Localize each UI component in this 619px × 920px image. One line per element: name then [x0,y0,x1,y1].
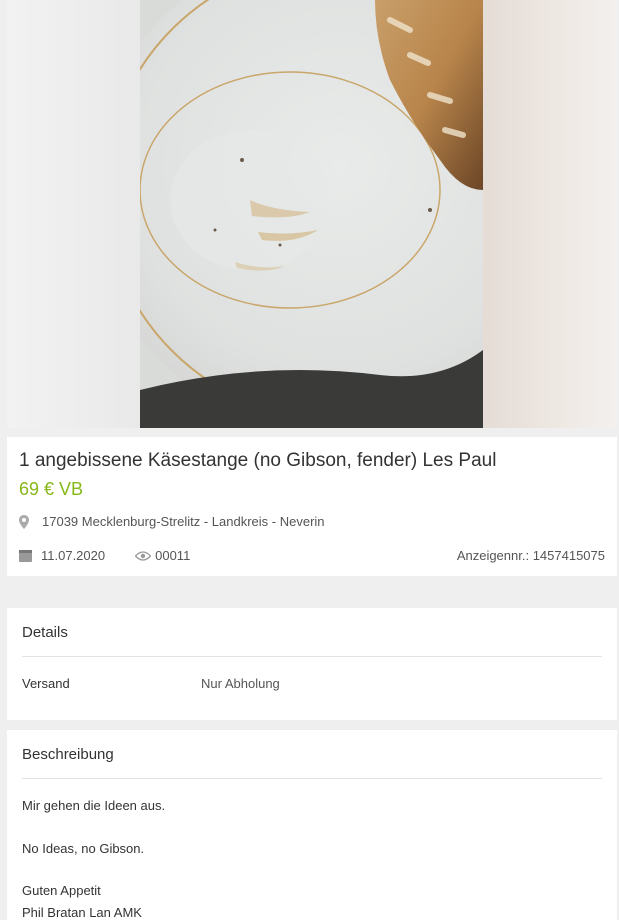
description-heading: Beschreibung [22,746,114,763]
description-line: Phil Bratan Lan AMK [22,905,142,920]
calendar-icon [19,550,32,562]
ad-number: Anzeigennr.: 1457415075 [456,548,605,563]
image-gallery[interactable] [7,0,617,428]
listing-header-card: 1 angebissene Käsestange (no Gibson, fen… [7,437,617,576]
eye-icon [135,550,152,561]
listing-price: 69 € VB [19,479,84,499]
meta-row: 11.07.2020 00011 Anzeigennr.: 1457415075 [19,548,605,563]
details-card: Details Versand Nur Abholung [7,608,617,720]
description-line: Mir gehen die Ideen aus. [22,798,166,813]
listing-date: 11.07.2020 [41,548,106,563]
details-heading: Details [22,624,68,641]
description-line: Guten Appetit [22,883,101,898]
map-pin-icon [19,514,29,529]
location-row: 17039 Mecklenburg-Strelitz - Landkreis -… [19,514,325,529]
detail-value-shipping: Nur Abholung [201,676,280,691]
description-card: Beschreibung Mir gehen die Ideen aus. No… [7,730,617,920]
gallery-blur-left [7,0,140,428]
view-count: 00011 [155,548,191,563]
gallery-blur-right [483,0,617,428]
description-divider [22,778,602,779]
description-line: No Ideas, no Gibson. [22,841,145,856]
listing-photo[interactable] [140,0,483,428]
detail-label-shipping: Versand [22,676,70,691]
details-divider [22,656,602,657]
location-text[interactable]: 17039 Mecklenburg-Strelitz - Landkreis -… [42,514,325,529]
listing-title: 1 angebissene Käsestange (no Gibson, fen… [19,450,497,471]
